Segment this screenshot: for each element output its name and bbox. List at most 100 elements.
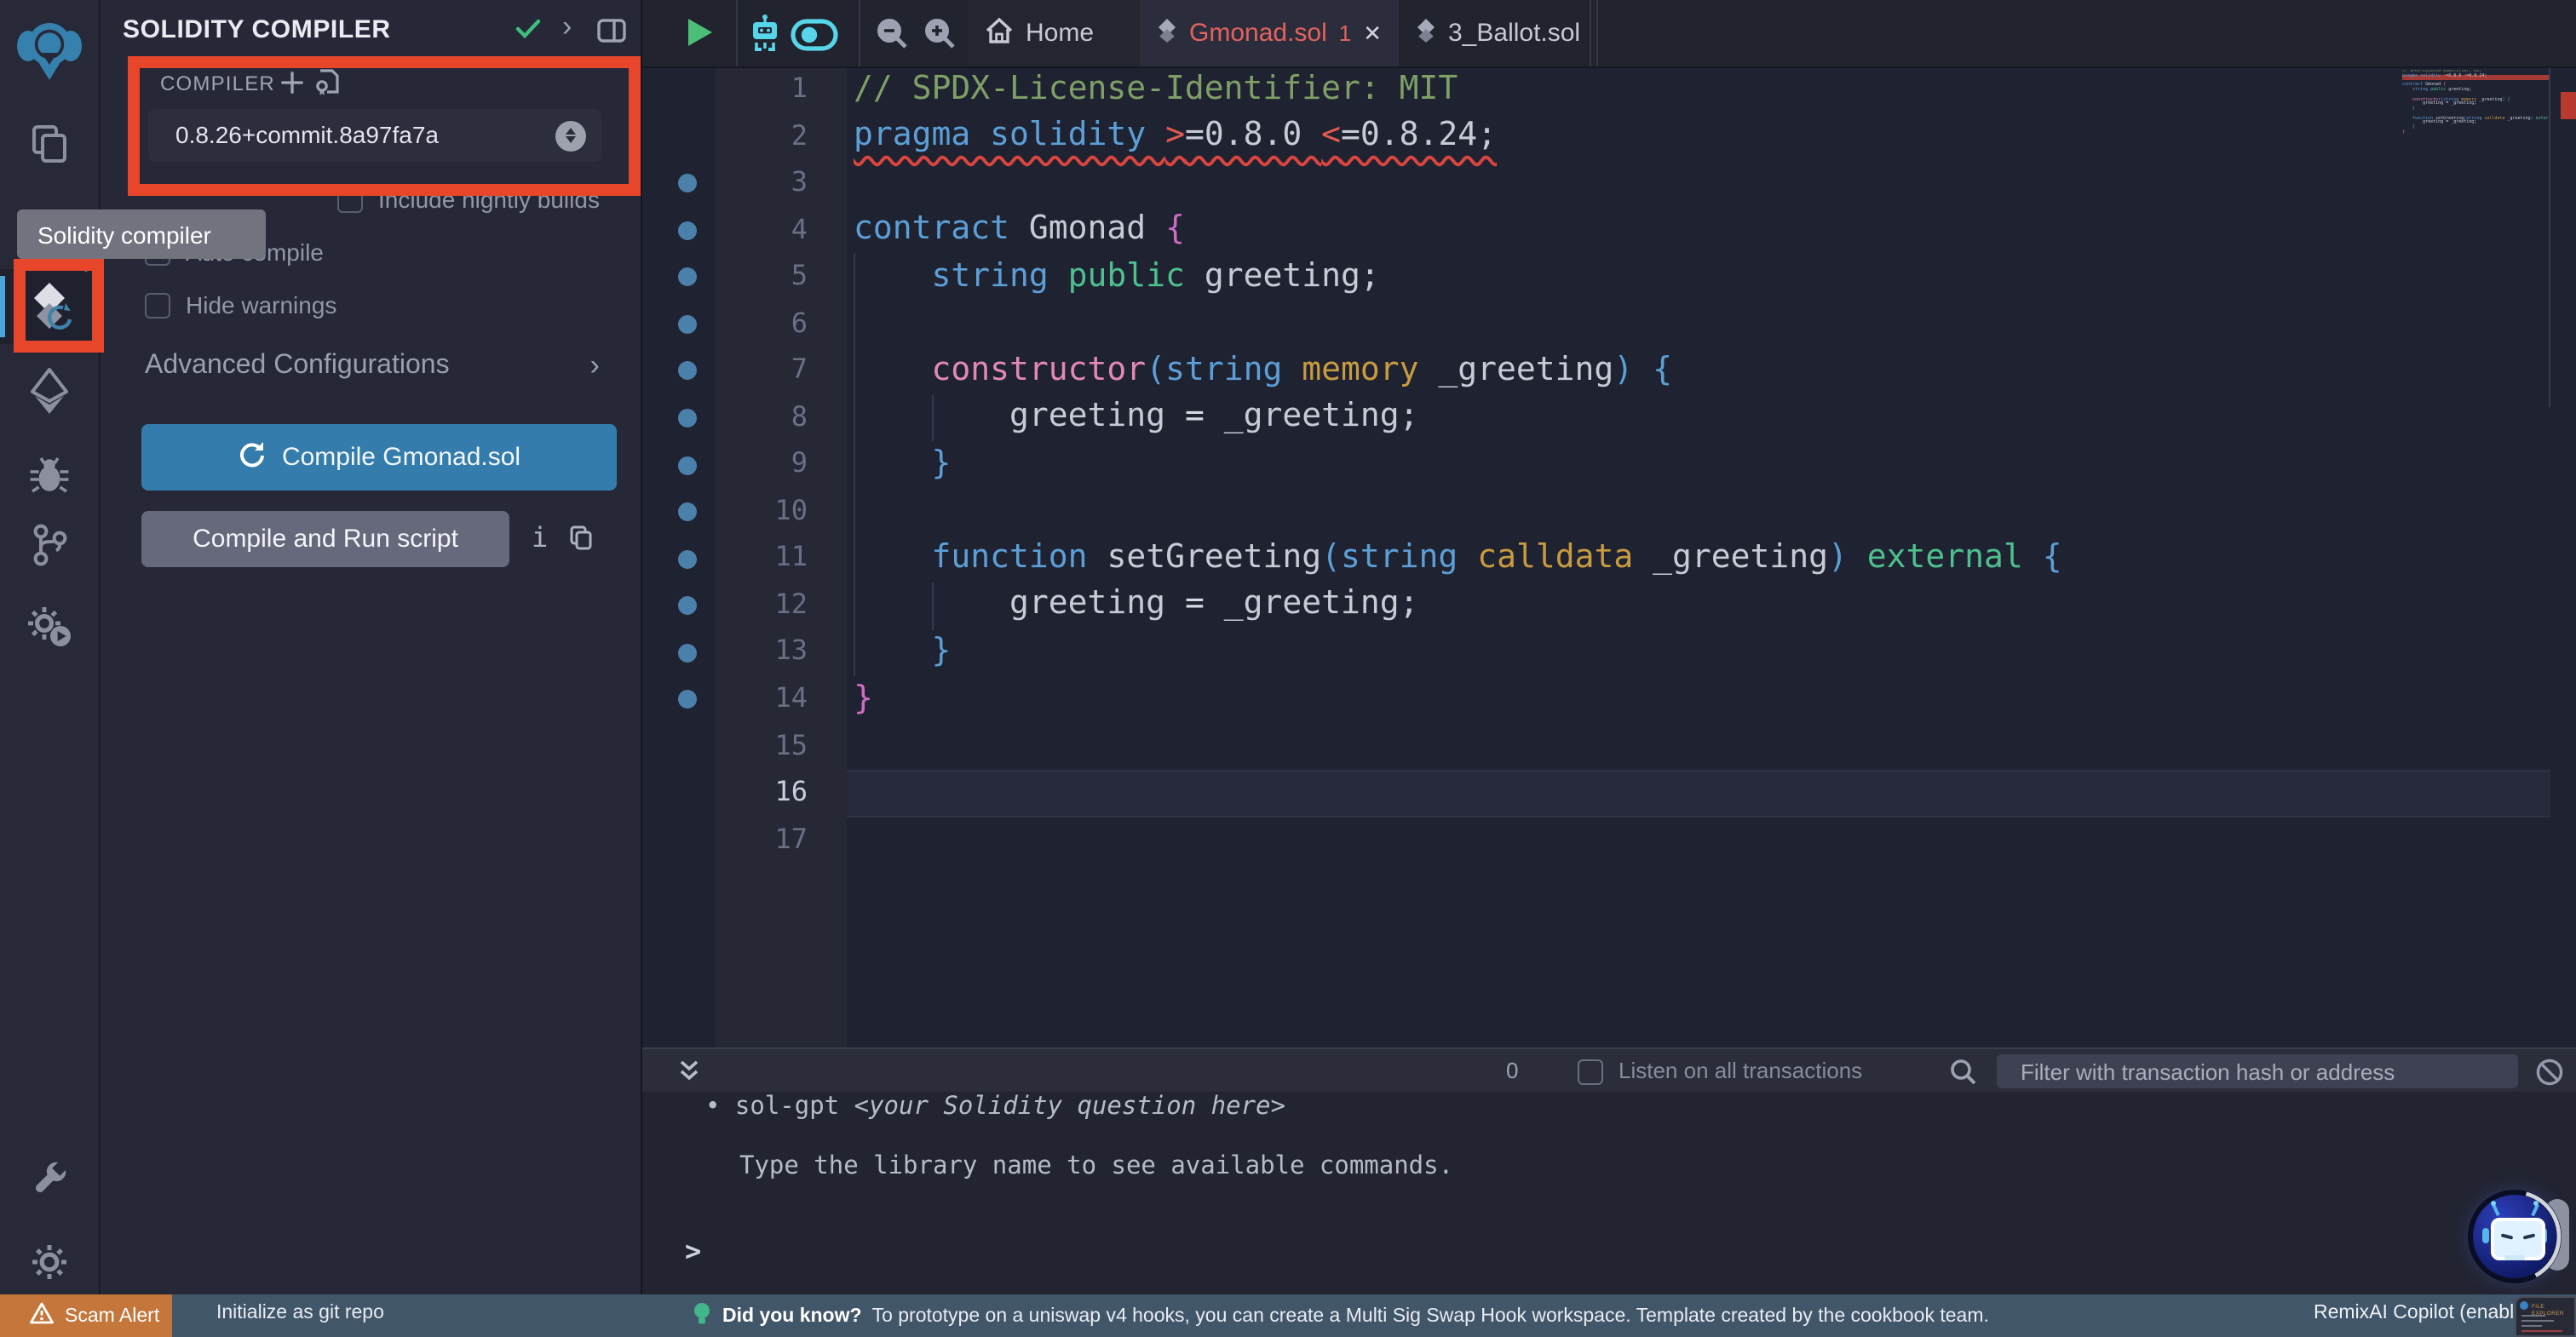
editor-tab-bar: Home Gmonad.sol 1 ✕ 3_Ballot.sol <box>641 0 2576 68</box>
terminal-search-icon[interactable] <box>1949 1058 1976 1093</box>
code-line-3[interactable]: 3 <box>641 160 2576 207</box>
tab-gmonad[interactable]: Gmonad.sol 1 ✕ <box>1140 0 1399 66</box>
sidebar-item-settings[interactable] <box>0 1225 99 1300</box>
compile-button[interactable]: Compile Gmonad.sol <box>141 424 617 491</box>
robot-face-icon <box>2491 1218 2545 1260</box>
tab-ballot[interactable]: 3_Ballot.sol <box>1399 0 1590 66</box>
mini-preview-overlay[interactable]: FILE EXPLORER <box>2515 1296 2576 1337</box>
copilot-toggle-icon[interactable] <box>791 19 838 60</box>
zoom-out-icon[interactable] <box>876 17 908 58</box>
code-text: constructor(string memory _greeting) { <box>854 350 1672 388</box>
sidebar-item-deploy-run[interactable] <box>0 354 99 429</box>
line-number: 15 <box>774 728 808 761</box>
code-text: pragma solidity >=0.8.0 <=0.8.24; <box>854 116 1498 154</box>
code-line-8[interactable]: 8 greeting = _greeting; <box>641 395 2576 442</box>
code-line-16[interactable]: 16 <box>641 770 2576 817</box>
run-script-play-button[interactable] <box>688 19 712 46</box>
chevron-right-icon: › <box>589 349 600 382</box>
code-line-13[interactable]: 13 } <box>641 629 2576 676</box>
listen-transactions-checkbox[interactable] <box>1578 1059 1603 1084</box>
code-line-5[interactable]: 5 string public greeting; <box>641 254 2576 301</box>
lightbulb-icon <box>692 1301 712 1332</box>
home-icon <box>985 16 1014 50</box>
add-compiler-icon[interactable] <box>279 70 305 104</box>
status-bar: Scam Alert Initialize as git repo Did yo… <box>0 1294 2576 1337</box>
compile-and-run-button[interactable]: Compile and Run script <box>141 511 509 567</box>
sidebar-item-plugin-manager[interactable] <box>0 1141 99 1216</box>
collapse-terminal-icon[interactable] <box>678 1058 700 1092</box>
code-text: greeting = _greeting; <box>854 397 1419 435</box>
panel-forward-icon[interactable]: › <box>562 10 572 44</box>
advanced-configurations-label: Advanced Configurations <box>145 351 450 380</box>
advanced-configurations[interactable]: Advanced Configurations › <box>145 349 605 382</box>
clear-terminal-icon[interactable] <box>2535 1058 2564 1095</box>
tab-gmonad-error-badge: 1 <box>1338 20 1352 46</box>
close-tab-icon[interactable]: ✕ <box>1363 20 1382 47</box>
did-you-know-tip: Did you know? To prototype on a uniswap … <box>692 1301 1989 1332</box>
info-icon[interactable]: i <box>532 521 548 554</box>
line-number: 3 <box>791 165 808 198</box>
compiler-version-select[interactable]: 0.8.26+commit.8a97fa7a <box>148 109 601 162</box>
code-line-17[interactable]: 17 <box>641 817 2576 864</box>
nightly-builds-checkbox[interactable] <box>337 186 363 212</box>
line-number: 4 <box>791 212 808 245</box>
mini-overlay-title: FILE EXPLORER <box>2532 1302 2564 1316</box>
line-number: 9 <box>791 446 808 479</box>
compile-button-label: Compile Gmonad.sol <box>281 443 521 472</box>
tab-gmonad-label: Gmonad.sol <box>1189 19 1327 48</box>
publish-compiler-icon[interactable] <box>313 68 341 106</box>
code-line-6[interactable]: 6 <box>641 301 2576 347</box>
scam-alert-button[interactable]: Scam Alert <box>0 1294 172 1337</box>
line-number: 17 <box>774 822 808 855</box>
git-init-button[interactable]: Initialize as git repo <box>216 1303 384 1323</box>
zoom-in-icon[interactable] <box>923 17 956 58</box>
panel-header: SOLIDITY COMPILER › <box>99 0 641 61</box>
hide-warnings-checkbox[interactable] <box>145 292 170 318</box>
code-line-11[interactable]: 11 function setGreeting(string calldata … <box>641 536 2576 582</box>
code-line-10[interactable]: 10 <box>641 489 2576 536</box>
remixai-assistant-button[interactable] <box>2468 1190 2562 1283</box>
code-line-14[interactable]: 14} <box>641 676 2576 723</box>
copy-icon[interactable] <box>569 525 593 559</box>
indent-guide <box>932 394 934 442</box>
sidebar-item-solidity-compiler[interactable] <box>0 269 99 344</box>
line-number: 2 <box>791 118 808 152</box>
code-editor[interactable]: 1 // SPDX-License-Identifier: MIT 2 pragma … <box>641 66 2576 1047</box>
terminal-toolbar: 0 Listen on all transactions Filter with… <box>641 1047 2576 1092</box>
minimap[interactable]: // SPDX-License-Identifier: MIT pragma so… <box>2402 70 2549 135</box>
code-line-9[interactable]: 9 } <box>641 442 2576 489</box>
code-line-7[interactable]: 7 constructor(string memory _greeting) { <box>641 347 2576 394</box>
warning-triangle-icon <box>29 1301 55 1330</box>
solidity-file-icon <box>1416 18 1436 49</box>
terminal-prompt[interactable]: > <box>685 1235 701 1267</box>
line-number: 11 <box>774 540 808 573</box>
nightly-builds-row: Include nightly builds <box>337 186 600 213</box>
copilot-status[interactable]: RemixAI Copilot (enabled) <box>2314 1303 2542 1323</box>
sidebar-item-git[interactable] <box>0 508 99 582</box>
mini-overlay-red-line <box>2521 1330 2562 1333</box>
nightly-builds-label: Include nightly builds <box>378 186 600 213</box>
sidebar-item-plugin-gears[interactable] <box>0 589 99 664</box>
did-you-know-label: Did you know? <box>722 1306 862 1327</box>
sidebar-item-file-explorer[interactable] <box>0 106 99 181</box>
compiler-version-value: 0.8.26+commit.8a97fa7a <box>175 121 439 148</box>
transaction-count: 0 <box>1506 1058 1519 1083</box>
remixai-robot-icon[interactable] <box>746 14 784 61</box>
compile-and-run-label: Compile and Run script <box>193 525 458 554</box>
code-line-1[interactable]: 1 // SPDX-License-Identifier: MIT <box>641 66 2576 113</box>
pin-panel-icon[interactable] <box>596 17 627 53</box>
sidebar-item-debugger[interactable] <box>0 436 99 511</box>
code-line-15[interactable]: 15 <box>641 723 2576 770</box>
transaction-filter-input[interactable]: Filter with transaction hash or address <box>1997 1054 2518 1088</box>
code-line-2[interactable]: 2 pragma solidity >=0.8.0 <=0.8.24; <box>641 113 2576 160</box>
tab-home[interactable]: Home <box>968 0 1140 66</box>
code-line-4[interactable]: 4 contract Gmonad { <box>641 207 2576 254</box>
terminal-output[interactable]: • sol-gpt <your Solidity question here> … <box>641 1092 2576 1294</box>
code-text: function setGreeting(string calldata _gr… <box>854 537 2062 576</box>
divider <box>1590 0 1591 66</box>
indent-guide <box>854 254 855 677</box>
terminal-history-line: • sol-gpt <your Solidity question here> <box>705 1093 1285 1121</box>
line-number: 6 <box>791 306 808 339</box>
divider <box>859 0 860 66</box>
code-line-12[interactable]: 12 greeting = _greeting; <box>641 582 2576 629</box>
